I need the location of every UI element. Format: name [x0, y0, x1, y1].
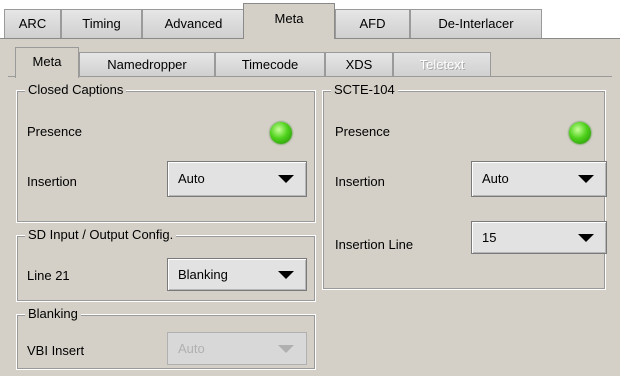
scte104-group: SCTE-104 Presence Insertion Auto Inserti… [322, 82, 607, 290]
tab-arc[interactable]: ARC [4, 9, 61, 38]
sd-io-config-group: SD Input / Output Config. Line 21 Blanki… [16, 227, 316, 302]
subtab-xds[interactable]: XDS [325, 52, 393, 77]
line21-value: Blanking [178, 267, 228, 282]
scte-insertion-line-select[interactable]: 15 [471, 221, 607, 254]
cc-insertion-label: Insertion [27, 174, 77, 189]
sd-io-config-title: SD Input / Output Config. [25, 227, 177, 242]
vbi-insert-select: Auto [167, 332, 307, 365]
blanking-title: Blanking [25, 306, 81, 321]
line21-select[interactable]: Blanking [167, 258, 307, 291]
scte-insertion-line-value: 15 [482, 230, 497, 245]
subtab-timecode[interactable]: Timecode [215, 52, 325, 77]
vbi-insert-value: Auto [178, 341, 205, 356]
chevron-down-icon [578, 175, 594, 183]
cc-insertion-value: Auto [178, 171, 205, 186]
top-tab-bar: ARC Timing Advanced Meta AFD De-Interlac… [0, 0, 620, 39]
scte104-title: SCTE-104 [331, 82, 398, 97]
sub-tab-bar: Meta Namedropper Timecode XDS Teletext [8, 47, 612, 78]
chevron-down-icon [578, 233, 594, 242]
blanking-group: Blanking VBI Insert Auto [16, 306, 316, 370]
scte-insertion-select[interactable]: Auto [471, 161, 607, 197]
tab-advanced[interactable]: Advanced [142, 9, 245, 38]
tab-afd[interactable]: AFD [335, 9, 410, 38]
subtab-teletext: Teletext [393, 52, 491, 77]
closed-captions-title: Closed Captions [25, 82, 127, 97]
line21-label: Line 21 [27, 268, 70, 283]
scte-insertion-line-label: Insertion Line [335, 237, 414, 252]
meta-tab-content: Meta Namedropper Timecode XDS Teletext C… [0, 38, 620, 376]
closed-captions-group: Closed Captions Presence Insertion Auto [16, 82, 316, 223]
tab-meta[interactable]: Meta [243, 3, 335, 39]
scte-insertion-label: Insertion [335, 174, 385, 189]
chevron-down-icon [278, 175, 294, 183]
tab-de-interlacer[interactable]: De-Interlacer [410, 9, 542, 38]
scte-presence-led-icon [569, 122, 591, 144]
scte-presence-label: Presence [335, 124, 390, 139]
cc-presence-label: Presence [27, 124, 82, 139]
cc-insertion-select[interactable]: Auto [167, 161, 307, 197]
scte-insertion-value: Auto [482, 171, 509, 186]
subtab-meta[interactable]: Meta [15, 47, 79, 78]
cc-presence-led-icon [270, 122, 292, 144]
chevron-down-icon [278, 344, 294, 353]
subtab-namedropper[interactable]: Namedropper [79, 52, 215, 77]
tab-timing[interactable]: Timing [61, 9, 142, 38]
vbi-insert-label: VBI Insert [27, 343, 85, 358]
chevron-down-icon [278, 270, 294, 279]
meta-panel: Closed Captions Presence Insertion Auto … [8, 76, 612, 370]
